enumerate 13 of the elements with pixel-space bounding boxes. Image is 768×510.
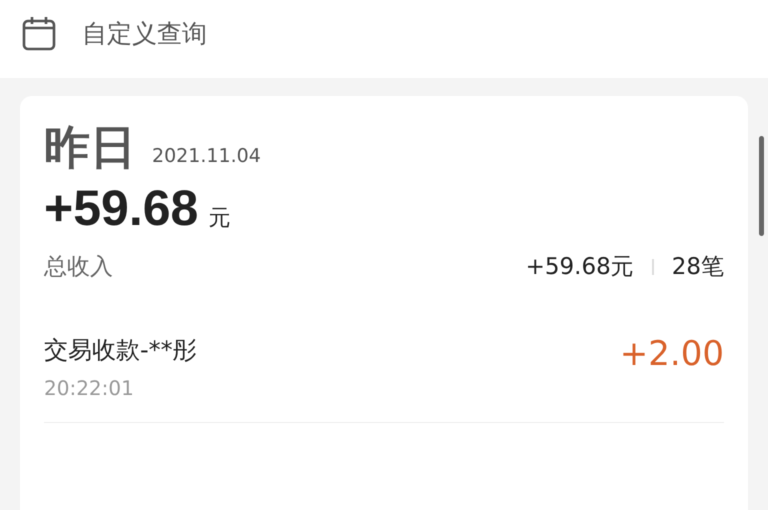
income-amount: +59.68元 [526,253,634,282]
transaction-time: 20:22:01 [44,376,135,400]
transaction-amount: +2.00 [620,334,724,374]
transaction-name[interactable]: 交易收款-**彤 [44,334,197,366]
day-title: 昨日 [44,120,136,176]
scrollbar[interactable] [759,136,764,236]
calendar-icon[interactable] [22,15,56,51]
currency-unit: 元 [208,205,230,234]
custom-query-link[interactable]: 自定义查询 [82,16,207,50]
transaction-count: 28笔 [672,253,724,282]
total-amount: +59.68 [44,179,198,238]
date-text: 2021.11.04 [152,145,261,170]
income-label: 总收入 [44,253,113,282]
